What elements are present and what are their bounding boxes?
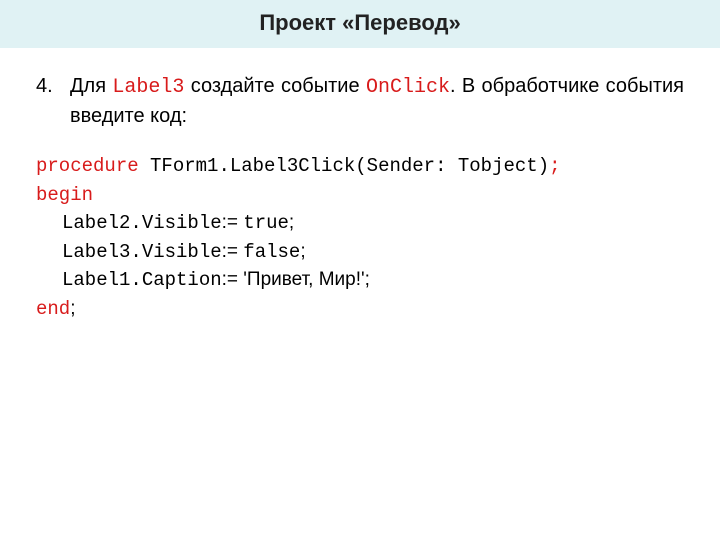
instr-pre: Для xyxy=(70,75,112,97)
page-title: Проект «Перевод» xyxy=(259,10,460,35)
l3-lhs: Label2.Visible xyxy=(62,212,222,234)
l5-lhs: Label1.Caption xyxy=(62,269,222,291)
l4-lhs: Label3.Visible xyxy=(62,241,222,263)
kw-procedure: procedure xyxy=(36,155,139,177)
l4-semi: ; xyxy=(300,241,305,262)
l5-assign: := xyxy=(222,269,244,290)
code-line-4: Label3.Visible:= false; xyxy=(36,238,684,267)
code-line-3: Label2.Visible:= true; xyxy=(36,209,684,238)
l4-assign: := xyxy=(222,241,244,262)
title-band: Проект «Перевод» xyxy=(0,0,720,48)
code-block: procedure TForm1.Label3Click(Sender: Tob… xyxy=(36,152,684,323)
l4-rhs: false xyxy=(243,241,300,263)
kw-semi1: ; xyxy=(549,155,560,177)
code-line-5: Label1.Caption:= 'Привет, Мир!'; xyxy=(36,266,684,295)
instruction-text: Для Label3 создайте событие OnClick. В о… xyxy=(70,72,684,130)
l3-rhs: true xyxy=(243,212,289,234)
l3-assign: := xyxy=(222,212,244,233)
l6-semi: ; xyxy=(70,298,75,319)
code-line-6: end; xyxy=(36,295,684,324)
code-line-2: begin xyxy=(36,181,684,210)
code-line-1: procedure TForm1.Label3Click(Sender: Tob… xyxy=(36,152,684,181)
content-area: 4. Для Label3 создайте событие OnClick. … xyxy=(0,48,720,323)
instruction-number: 4. xyxy=(36,72,70,130)
instr-mid: создайте событие xyxy=(184,75,366,97)
onclick-token: OnClick xyxy=(366,76,450,99)
kw-begin: begin xyxy=(36,184,93,206)
instruction-item: 4. Для Label3 создайте событие OnClick. … xyxy=(36,72,684,130)
proc-sig: TForm1.Label3Click(Sender: Tobject) xyxy=(139,155,549,177)
kw-end: end xyxy=(36,298,70,320)
l5-rhs: 'Привет, Мир!'; xyxy=(243,269,370,290)
l3-semi: ; xyxy=(289,212,294,233)
label3-token: Label3 xyxy=(112,76,184,99)
